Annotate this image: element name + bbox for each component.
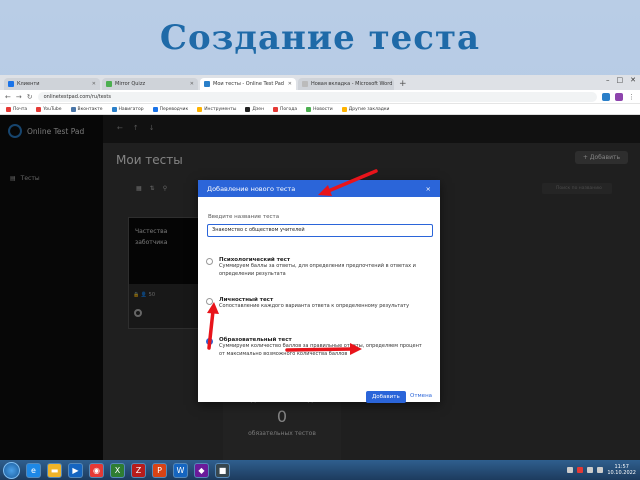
bookmark-item[interactable]: Погода — [273, 106, 297, 112]
word-icon[interactable]: W — [173, 462, 188, 478]
radio-button[interactable] — [206, 298, 213, 305]
forward-icon[interactable]: → — [16, 93, 22, 101]
add-test-dialog: Добавление нового теста × Введите назван… — [198, 180, 440, 403]
new-tab-button[interactable]: + — [396, 78, 410, 90]
media-player-icon[interactable]: ▶ — [68, 462, 83, 478]
option-description: Суммируем баллы за ответы, для определен… — [219, 263, 416, 277]
close-icon[interactable]: × — [426, 185, 431, 193]
cancel-button[interactable]: Отмена — [410, 393, 432, 399]
ie-icon[interactable]: e — [26, 462, 41, 478]
radio-button-selected[interactable] — [206, 338, 213, 345]
option-description: Сопоставление каждого варианта ответа к … — [219, 303, 410, 309]
bookmark-item[interactable]: Вконтакте — [70, 106, 103, 112]
tab-favicon — [302, 81, 308, 87]
system-tray: 11:57 10.10.2022 — [567, 464, 640, 476]
bookmark-item[interactable]: YouTube — [36, 106, 62, 112]
add-button[interactable]: Добавить — [366, 391, 406, 403]
test-name-input[interactable]: Знакомство с обществом учителей — [207, 224, 433, 237]
tray-icon[interactable] — [567, 467, 574, 473]
tab-favicon — [8, 81, 14, 87]
bookmark-icon — [6, 106, 11, 112]
option-description: Суммируем количество баллов за правильны… — [219, 343, 422, 357]
reload-icon[interactable]: ↻ — [27, 93, 33, 101]
option-educational[interactable]: Образовательный тест Суммируем количеств… — [206, 337, 424, 358]
menu-icon[interactable]: ⋮ — [628, 93, 635, 101]
system-clock[interactable]: 11:57 10.10.2022 — [607, 464, 636, 476]
start-button[interactable] — [3, 461, 20, 479]
bookmark-icon — [111, 106, 117, 112]
close-tab-icon[interactable]: ✕ — [190, 81, 194, 87]
volume-icon[interactable] — [597, 467, 604, 473]
bookmark-item[interactable]: Инструменты — [197, 106, 236, 112]
browser-tab[interactable]: Новая вкладка - Microsoft Word ✕ — [298, 78, 394, 90]
bookmark-icon — [70, 106, 76, 112]
extension-icon[interactable] — [602, 92, 610, 101]
tab-favicon — [204, 81, 210, 87]
bookmark-item[interactable]: Переводчик — [152, 106, 188, 112]
tab-label: Мои тесты - Online Test Pad — [213, 81, 284, 87]
bookmark-item[interactable]: Навигатор — [111, 106, 144, 112]
tab-label: Клиенти — [17, 81, 40, 87]
bookmark-item[interactable]: Дзен — [245, 106, 264, 112]
network-icon[interactable] — [587, 467, 594, 473]
radio-button[interactable] — [206, 258, 213, 265]
url-input[interactable]: onlinetestpad.com/ru/tests — [37, 91, 597, 102]
bookmark-item[interactable]: Почта — [6, 106, 27, 112]
back-icon[interactable]: ← — [5, 93, 11, 101]
tray-icon[interactable] — [577, 467, 584, 473]
window-controls: – □ ✕ — [606, 76, 636, 84]
close-tab-icon[interactable]: ✕ — [288, 81, 292, 87]
tab-label: Новая вкладка - Microsoft Word — [311, 81, 393, 87]
tab-label: Mirror Quizz — [115, 81, 146, 87]
close-window-icon[interactable]: ✕ — [630, 76, 636, 84]
app-icon[interactable]: ■ — [215, 462, 230, 478]
slide-title: Создание теста — [159, 18, 481, 58]
dialog-title: Добавление нового теста — [207, 184, 296, 193]
bookmarks-bar: Почта YouTube Вконтакте Навигатор Перево… — [0, 104, 640, 115]
option-psychological[interactable]: Психологический тест Суммируем баллы за … — [206, 257, 424, 278]
close-tab-icon[interactable]: ✕ — [92, 81, 96, 87]
bookmark-icon — [245, 106, 251, 112]
chrome-icon[interactable]: ◉ — [89, 462, 104, 478]
app-icon[interactable]: ◆ — [194, 462, 209, 478]
test-name-label: Введите название теста — [208, 214, 280, 220]
bookmark-item[interactable]: Новости — [306, 106, 333, 112]
browser-tab-strip: Клиенти ✕ Mirror Quizz ✕ Мои тесты - Onl… — [0, 75, 640, 90]
browser-tab[interactable]: Клиенти ✕ — [4, 78, 100, 90]
browser-screenshot: Клиенти ✕ Mirror Quizz ✕ Мои тесты - Onl… — [0, 75, 640, 460]
browser-tab-active[interactable]: Мои тесты - Online Test Pad ✕ — [200, 78, 296, 90]
bookmark-item[interactable]: Другие закладки — [341, 106, 389, 112]
maximize-icon[interactable]: □ — [617, 76, 624, 84]
bookmark-icon — [306, 106, 312, 112]
folder-icon[interactable]: ▬ — [47, 462, 62, 478]
bookmark-icon — [152, 106, 158, 112]
bookmark-icon — [273, 106, 279, 112]
app-viewport: Online Test Pad ▤ Тесты ← ↑ ↓ Мои тесты … — [0, 115, 640, 460]
tab-favicon — [106, 81, 112, 87]
profile-icon[interactable] — [615, 92, 623, 101]
excel-icon[interactable]: X — [110, 462, 125, 478]
windows-taskbar: e ▬ ▶ ◉ X Z P W ◆ ■ 11:57 10.10.2022 — [0, 460, 640, 480]
powerpoint-icon[interactable]: P — [152, 462, 167, 478]
filezilla-icon[interactable]: Z — [131, 462, 146, 478]
minimize-icon[interactable]: – — [606, 76, 610, 84]
bookmark-icon — [36, 106, 42, 112]
browser-tab[interactable]: Mirror Quizz ✕ — [102, 78, 198, 90]
option-personality[interactable]: Личностный тест Сопоставление каждого ва… — [206, 297, 424, 311]
address-bar-row: ← → ↻ onlinetestpad.com/ru/tests ⋮ — [0, 90, 640, 104]
bookmark-icon — [341, 106, 347, 112]
dialog-header: Добавление нового теста × — [198, 180, 440, 197]
bookmark-icon — [197, 106, 203, 112]
